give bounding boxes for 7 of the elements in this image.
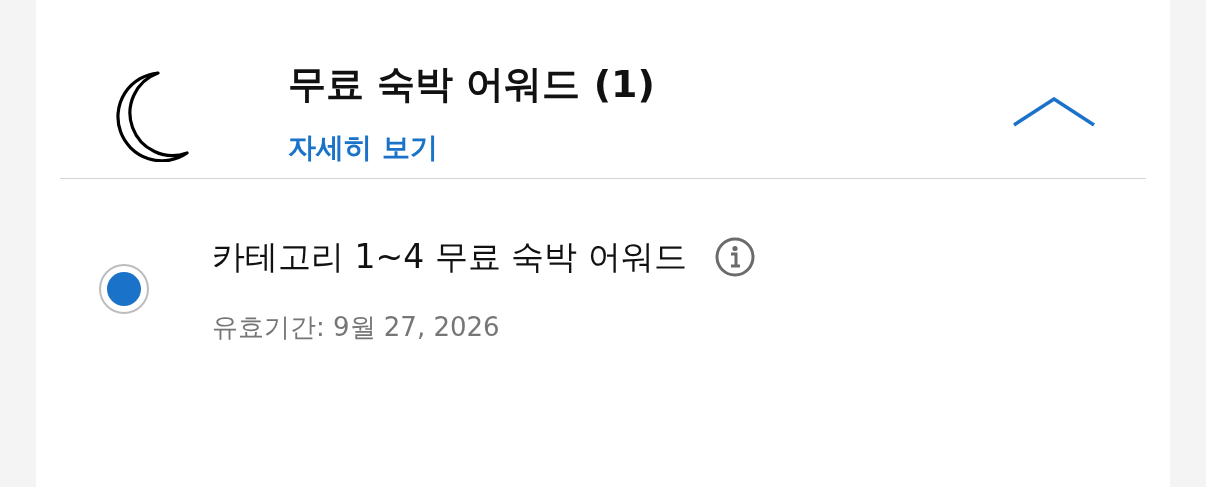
- section-title: 무료 숙박 어워드 (1): [288, 61, 656, 108]
- option-label: 카테고리 1~4 무료 숙박 어워드: [212, 236, 687, 278]
- validity-date: 유효기간: 9월 27, 2026: [212, 311, 501, 344]
- chevron-up-icon[interactable]: [1012, 97, 1096, 127]
- details-link[interactable]: 자세히 보기: [288, 128, 438, 168]
- radio-button[interactable]: [99, 264, 149, 314]
- info-icon[interactable]: [714, 237, 755, 277]
